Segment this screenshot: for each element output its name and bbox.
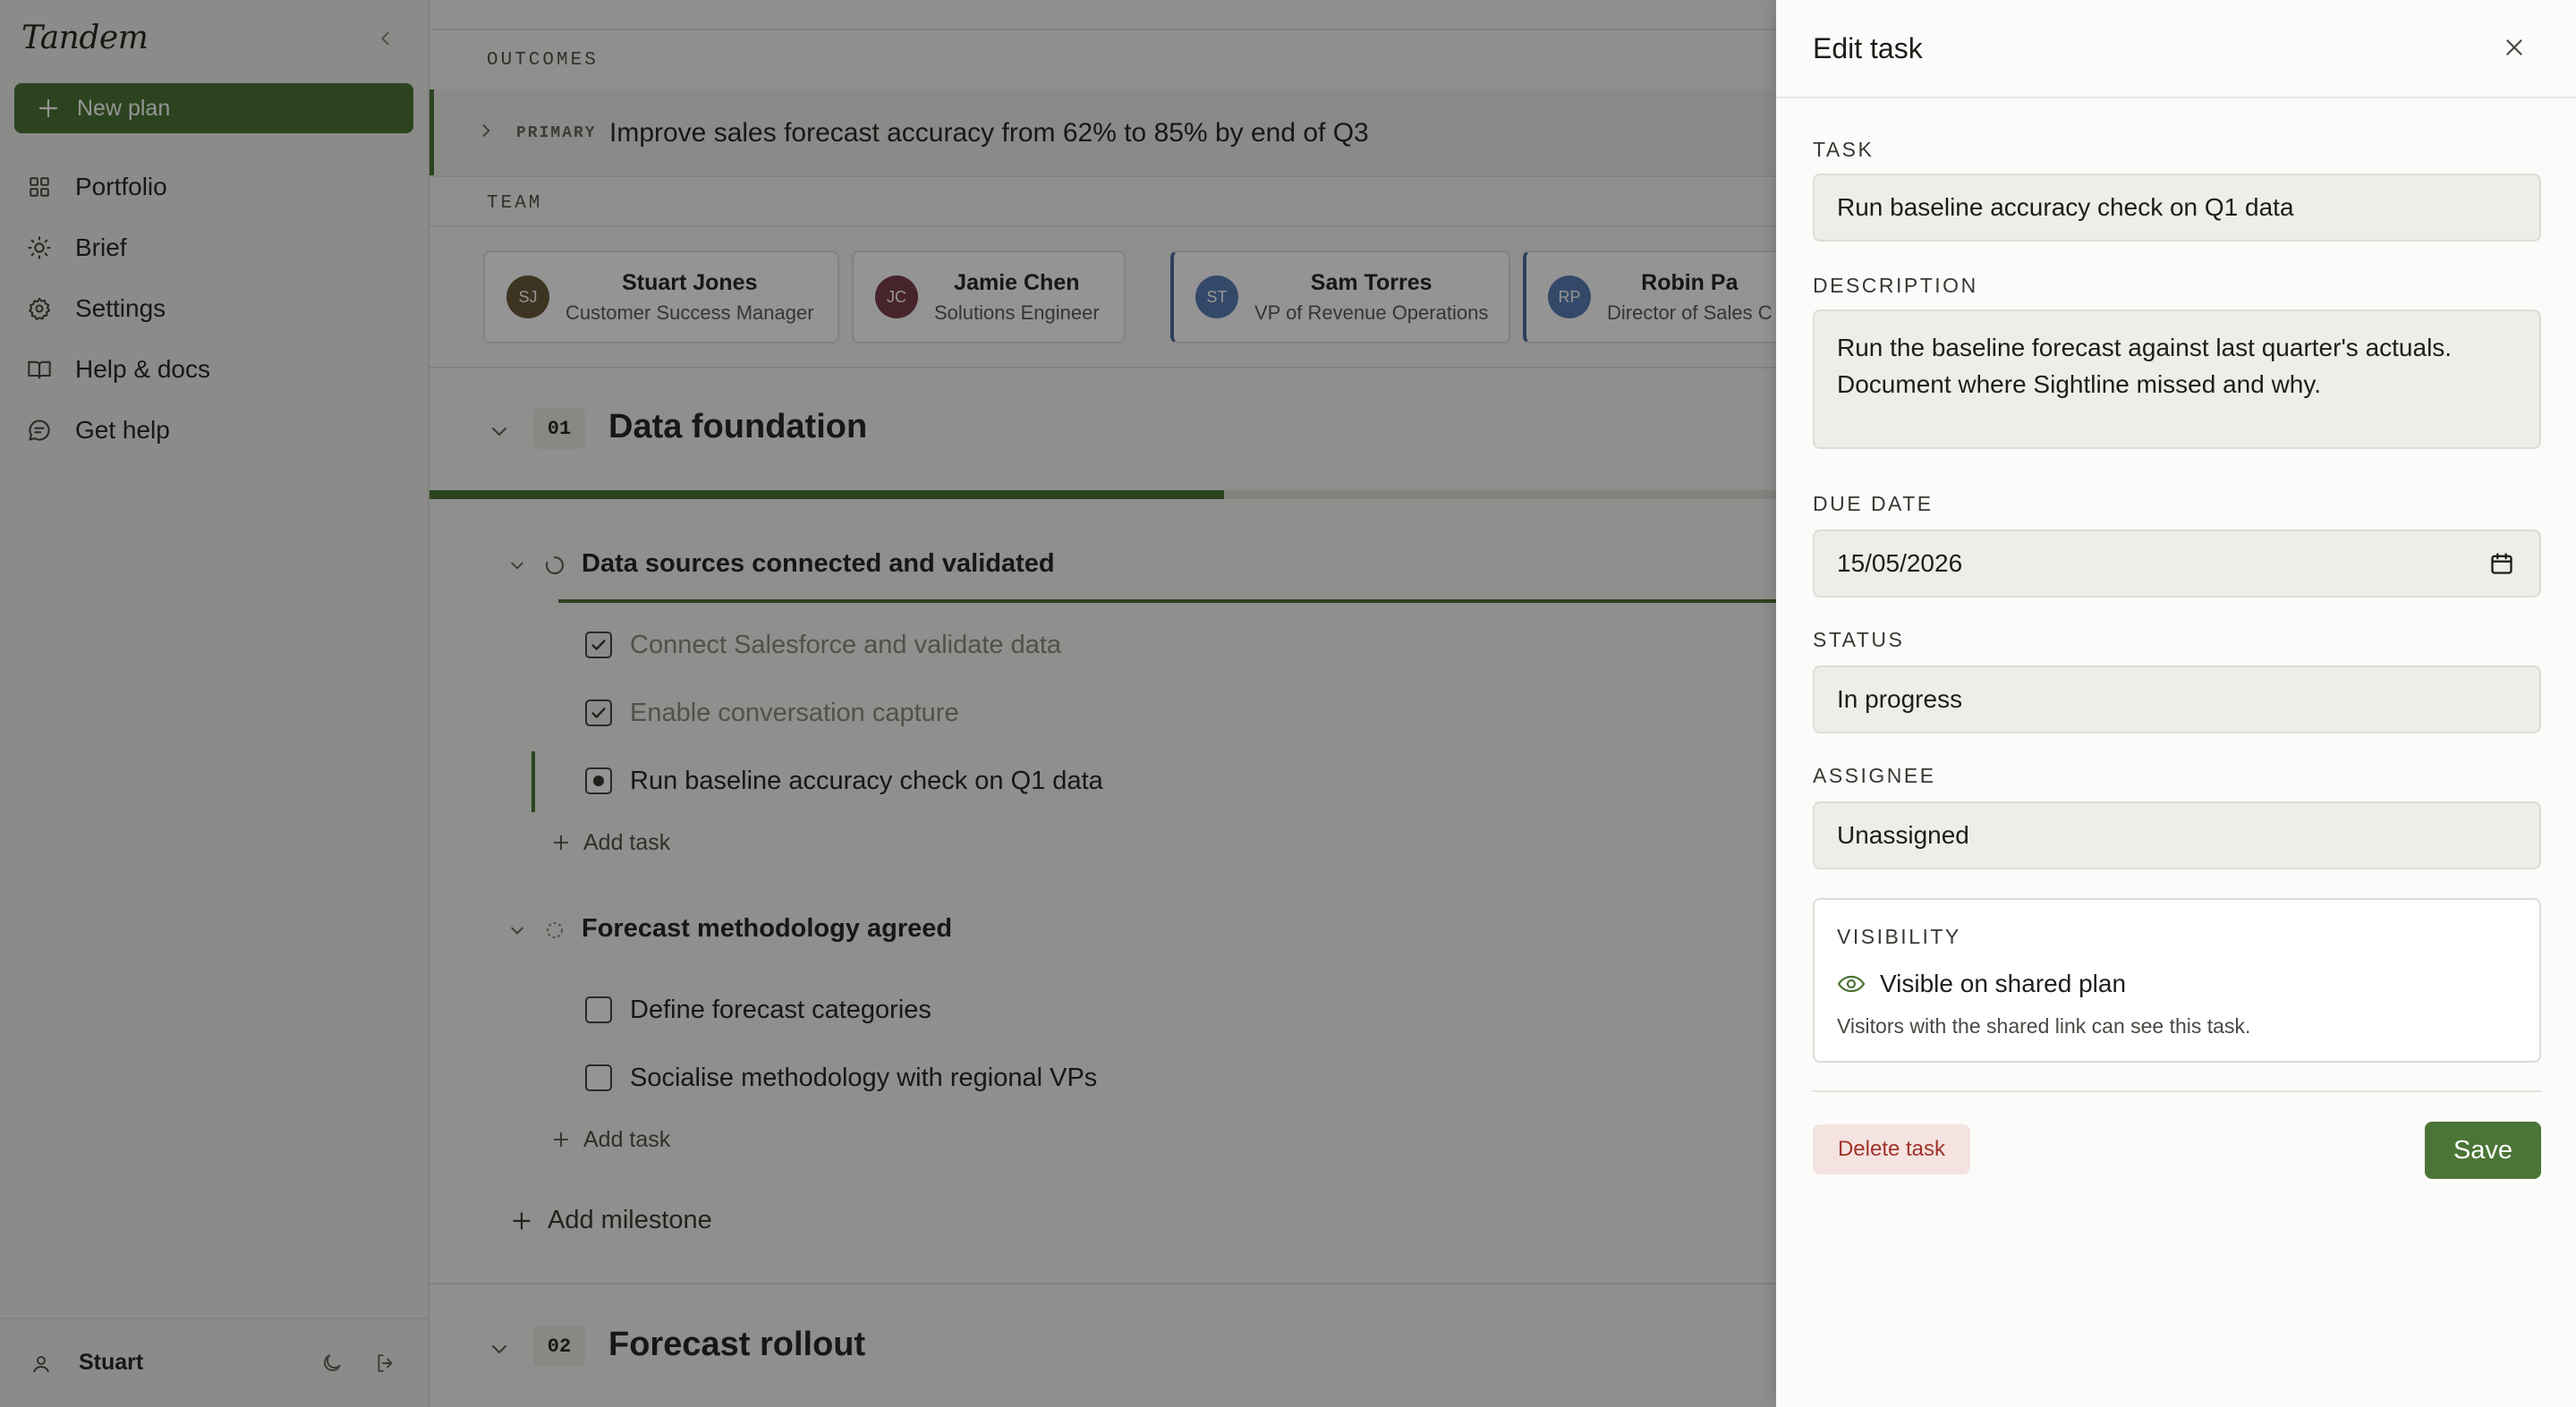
- eye-icon: [1837, 973, 1866, 995]
- status-select[interactable]: In progress: [1813, 665, 2541, 733]
- due-date-value: 15/05/2026: [1837, 549, 1963, 577]
- assignee-select[interactable]: Unassigned: [1813, 801, 2541, 869]
- visibility-label: VISIBILITY: [1837, 925, 1961, 948]
- delete-task-button[interactable]: Delete task: [1813, 1124, 1970, 1174]
- visibility-toggle[interactable]: Visible on shared plan: [1837, 970, 2126, 998]
- due-date-field-label: DUE DATE: [1813, 492, 1934, 515]
- close-icon: [2506, 39, 2522, 55]
- edit-task-drawer: Edit task TASK Run baseline accuracy che…: [1776, 0, 2576, 1407]
- task-title-input[interactable]: Run baseline accuracy check on Q1 data: [1813, 174, 2541, 242]
- assignee-field-label: ASSIGNEE: [1813, 764, 1936, 787]
- divider: [1813, 1090, 2541, 1092]
- due-date-input[interactable]: 15/05/2026: [1813, 530, 2541, 598]
- save-button[interactable]: Save: [2425, 1122, 2541, 1179]
- description-textarea[interactable]: Run the baseline forecast against last q…: [1813, 309, 2541, 449]
- modal-backdrop[interactable]: [0, 0, 1776, 1407]
- calendar-icon[interactable]: [2489, 551, 2514, 582]
- status-field-label: STATUS: [1813, 628, 1905, 651]
- close-button[interactable]: [2499, 32, 2529, 63]
- visibility-note: Visitors with the shared link can see th…: [1837, 1014, 2251, 1038]
- drawer-title: Edit task: [1813, 32, 1923, 64]
- drawer-header: Edit task: [1776, 0, 2576, 98]
- visibility-card: VISIBILITY Visible on shared plan Visito…: [1813, 898, 2541, 1063]
- task-field-label: TASK: [1813, 138, 1875, 161]
- description-field-label: DESCRIPTION: [1813, 274, 1978, 297]
- visibility-value: Visible on shared plan: [1880, 970, 2127, 997]
